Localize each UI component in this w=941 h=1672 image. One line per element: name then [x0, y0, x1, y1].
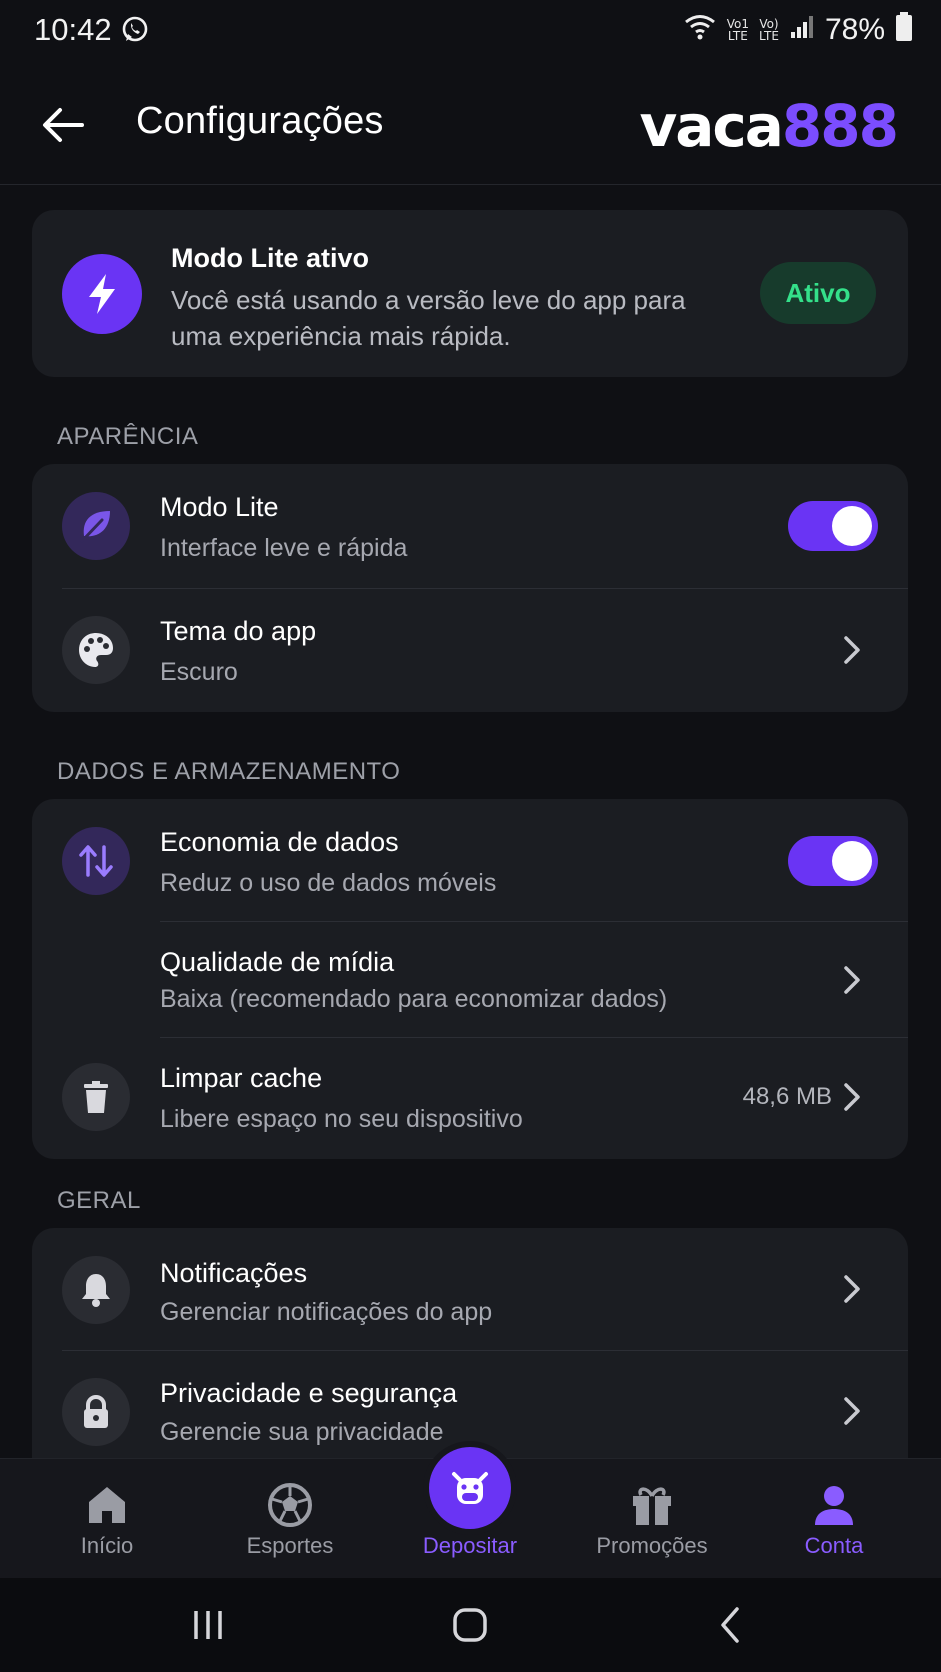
- recent-apps-button[interactable]: [178, 1600, 238, 1650]
- home-button[interactable]: [440, 1600, 500, 1650]
- nav-item-account[interactable]: Conta: [754, 1459, 914, 1579]
- row-subtitle: Gerenciar notificações do app: [160, 1298, 493, 1326]
- deposit-fab[interactable]: [429, 1447, 511, 1529]
- row-title: Limpar cache: [160, 1063, 323, 1093]
- lite-mode-toggle[interactable]: [788, 501, 878, 551]
- page-title: Configurações: [136, 100, 384, 142]
- leaf-icon: [62, 492, 130, 560]
- row-subtitle: Gerencie sua privacidade: [160, 1418, 444, 1446]
- toggle-knob: [832, 506, 872, 546]
- app-header: Configurações vaca888: [0, 62, 941, 185]
- row-subtitle: Baixa (recomendado para economizar dados…: [160, 985, 668, 1013]
- setting-row-clear-cache[interactable]: Limpar cache Libere espaço no seu dispos…: [32, 1037, 908, 1159]
- section-label-data: DADOS E ARMAZENAMENTO: [57, 758, 401, 785]
- nav-label: Conta: [804, 1533, 864, 1558]
- row-title: Tema do app: [160, 616, 317, 646]
- back-button[interactable]: [38, 100, 88, 150]
- chevron-right-icon: [844, 636, 860, 664]
- bottom-nav: Início Esportes Depositar Promoções Cont…: [0, 1447, 941, 1579]
- row-title: Qualidade de mídia: [160, 947, 395, 977]
- row-title: Privacidade e segurança: [160, 1378, 458, 1408]
- bell-icon: [62, 1256, 130, 1324]
- data-storage-card: Economia de dados Reduz o uso de dados m…: [32, 799, 908, 1159]
- signal-icon: [789, 14, 815, 45]
- nav-item-promotions[interactable]: Promoções: [572, 1459, 732, 1579]
- lite-mode-banner: Modo Lite ativo Você está usando a versã…: [32, 210, 908, 377]
- battery-icon: [895, 12, 913, 47]
- lightning-bolt-icon: [62, 254, 142, 334]
- appearance-card: Modo Lite Interface leve e rápida Tema d…: [32, 464, 908, 712]
- status-badge: Ativo: [760, 262, 876, 324]
- chevron-right-icon: [844, 966, 860, 994]
- brand-logo: vaca888: [639, 92, 899, 160]
- wifi-icon: [683, 13, 717, 46]
- whatsapp-icon: [120, 15, 150, 50]
- chevron-right-icon: [844, 1083, 860, 1111]
- lite-banner-title: Modo Lite ativo: [171, 243, 369, 273]
- nav-item-deposit[interactable]: Depositar: [390, 1447, 550, 1579]
- nav-label: Depositar: [422, 1533, 518, 1558]
- arrows-up-down-icon: [62, 827, 130, 895]
- user-icon: [810, 1481, 858, 1529]
- setting-row-lite-mode[interactable]: Modo Lite Interface leve e rápida: [32, 464, 908, 588]
- palette-icon: [62, 616, 130, 684]
- status-time: 10:42: [34, 12, 112, 47]
- system-nav-bar: [0, 1578, 941, 1672]
- home-circle-icon: [453, 1608, 487, 1642]
- section-label-appearance: APARÊNCIA: [57, 423, 199, 450]
- nav-label: Início: [80, 1533, 134, 1558]
- row-subtitle: Libere espaço no seu dispositivo: [160, 1105, 523, 1133]
- lite-banner-description: Você está usando a versão leve do app pa…: [171, 285, 686, 351]
- battery-percent: 78%: [824, 12, 885, 46]
- volte-indicator: Vo) LTE: [759, 16, 779, 43]
- chevron-right-icon: [844, 1275, 860, 1303]
- nav-label: Esportes: [246, 1533, 334, 1558]
- data-saver-toggle[interactable]: [788, 836, 878, 886]
- recent-apps-icon: [194, 1611, 222, 1639]
- row-subtitle: Reduz o uso de dados móveis: [160, 869, 497, 897]
- nav-item-sports[interactable]: Esportes: [210, 1459, 370, 1579]
- lock-icon: [62, 1378, 130, 1446]
- home-icon: [83, 1481, 131, 1529]
- arrow-left-icon: [43, 108, 84, 142]
- row-title: Modo Lite: [160, 492, 279, 522]
- status-bar: 10:42 Vo1 LTE Vo) LTE 78%: [0, 0, 941, 62]
- system-back-button[interactable]: [700, 1600, 760, 1650]
- chevron-left-icon: [721, 1607, 739, 1643]
- trash-icon: [62, 1063, 130, 1131]
- nav-label: Promoções: [596, 1533, 708, 1558]
- row-title: Economia de dados: [160, 827, 399, 857]
- cow-icon: [452, 1472, 488, 1504]
- cache-size-value: 48,6 MB: [742, 1083, 832, 1110]
- setting-row-media-quality[interactable]: Qualidade de mídia Baixa (recomendado pa…: [32, 921, 908, 1037]
- soccer-ball-icon: [266, 1481, 314, 1529]
- setting-row-theme[interactable]: Tema do app Escuro: [32, 588, 908, 712]
- nav-item-home[interactable]: Início: [27, 1459, 187, 1579]
- chevron-right-icon: [844, 1397, 860, 1425]
- gift-icon: [628, 1481, 676, 1529]
- setting-row-data-saver[interactable]: Economia de dados Reduz o uso de dados m…: [32, 799, 908, 921]
- row-subtitle: Interface leve e rápida: [160, 534, 408, 562]
- setting-row-notifications[interactable]: Notificações Gerenciar notificações do a…: [32, 1228, 908, 1350]
- toggle-knob: [832, 841, 872, 881]
- section-label-general: GERAL: [57, 1187, 141, 1214]
- row-title: Notificações: [160, 1258, 308, 1288]
- lte-indicator-1: Vo1 LTE: [726, 16, 749, 43]
- row-subtitle: Escuro: [160, 658, 238, 686]
